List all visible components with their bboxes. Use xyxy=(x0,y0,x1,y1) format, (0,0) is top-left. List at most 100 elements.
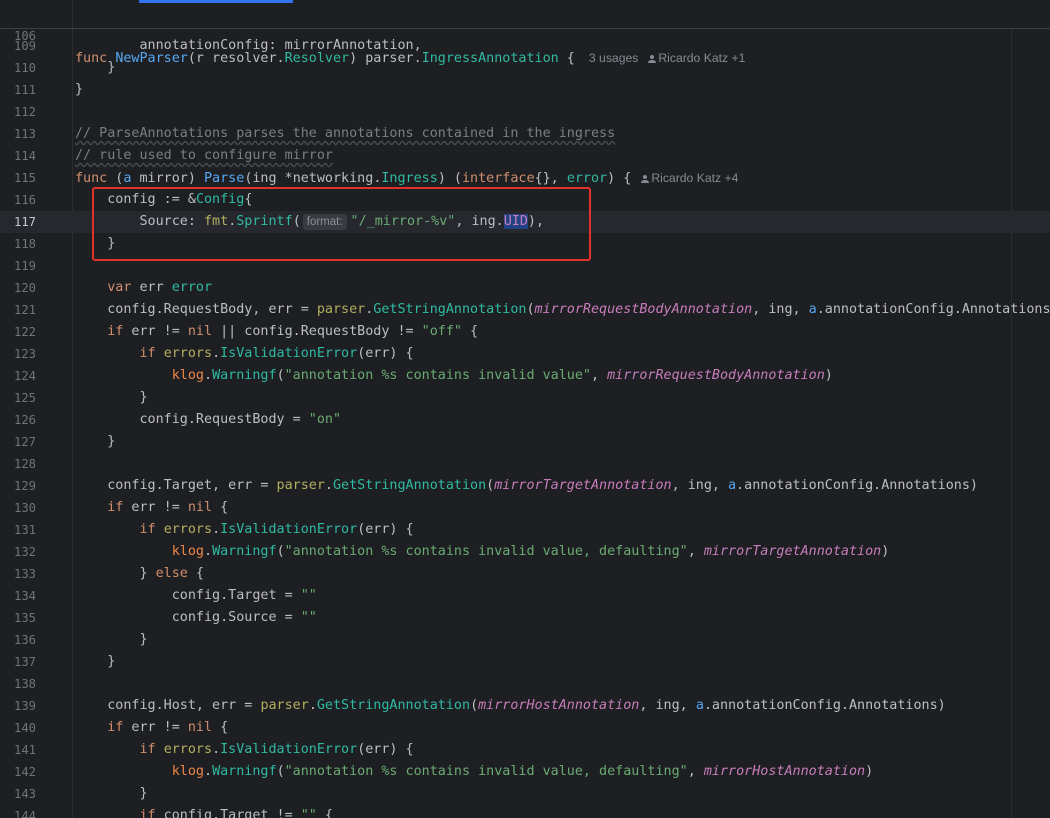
code-text: if errors.IsValidationError(err) { xyxy=(139,522,414,537)
line-number: 137 xyxy=(13,655,36,669)
code-line[interactable]: 132 klog.Warningf("annotation %s contain… xyxy=(0,541,1050,563)
code-text: if err != nil || config.RequestBody != "… xyxy=(107,324,479,339)
code-text: } xyxy=(75,654,116,669)
code-line[interactable]: 112 xyxy=(0,101,1050,123)
code-text: if err != nil { xyxy=(107,720,229,735)
code-text: if errors.IsValidationError(err) { xyxy=(139,346,414,361)
code-line[interactable]: 141 if errors.IsValidationError(err) { xyxy=(0,739,1050,761)
code-text: } else { xyxy=(75,566,204,581)
code-line[interactable]: 140 if err != nil { xyxy=(0,717,1050,739)
code-editor[interactable]: 106 func NewParser(r resolver.Resolver) … xyxy=(0,0,1050,818)
code-text: klog.Warningf("annotation %s contains in… xyxy=(171,544,890,559)
line-number: 114 xyxy=(13,149,36,163)
code-text: Source: fmt.Sprintf(format: "/_mirror-%v"… xyxy=(75,214,545,230)
code-text: config.RequestBody = "on" xyxy=(75,412,342,427)
code-text: config.Target, err = parser.GetStringAnn… xyxy=(75,478,978,493)
code-text: var err error xyxy=(107,280,213,295)
code-text: } xyxy=(75,434,116,449)
code-line[interactable]: 110 } xyxy=(0,57,1050,79)
line-number: 111 xyxy=(13,83,36,97)
code-line[interactable]: 139 config.Host, err = parser.GetStringA… xyxy=(0,695,1050,717)
line-number: 139 xyxy=(13,699,36,713)
code-line[interactable]: 113 // ParseAnnotations parses the annota… xyxy=(0,123,1050,145)
code-line[interactable]: 117 Source: fmt.Sprintf(format: "/_mirror… xyxy=(0,211,1050,233)
code-text: // ParseAnnotations parses the annotatio… xyxy=(75,126,616,141)
code-line[interactable]: 135 config.Source = "" xyxy=(0,607,1050,629)
line-number: 133 xyxy=(13,567,36,581)
code-text: if config.Target != "" { xyxy=(139,808,334,818)
code-line[interactable]: 115 func (a mirror) Parse(ing *networking… xyxy=(0,167,1050,189)
sticky-divider xyxy=(0,28,1050,29)
line-number: 109 xyxy=(13,39,36,53)
line-number: 130 xyxy=(13,501,36,515)
parameter-hint: format: xyxy=(302,214,347,230)
line-number: 113 xyxy=(13,127,36,141)
code-line[interactable]: 123 if errors.IsValidationError(err) { xyxy=(0,343,1050,365)
code-line[interactable]: 124 klog.Warningf("annotation %s contain… xyxy=(0,365,1050,387)
code-text: config.RequestBody, err = parser.GetStri… xyxy=(75,302,1050,317)
code-line[interactable]: 121 config.RequestBody, err = parser.Get… xyxy=(0,299,1050,321)
code-text: } xyxy=(75,236,116,251)
line-number: 132 xyxy=(13,545,36,559)
line-number: 140 xyxy=(13,721,36,735)
code-text: func (a mirror) Parse(ing *networking.In… xyxy=(75,171,739,186)
author-hint: Ricardo Katz +4 xyxy=(651,171,739,185)
line-number: 128 xyxy=(13,457,36,471)
code-line[interactable]: 111} xyxy=(0,79,1050,101)
line-number: 135 xyxy=(13,611,36,625)
code-line[interactable]: 122 if err != nil || config.RequestBody … xyxy=(0,321,1050,343)
sticky-header-line[interactable]: 106 func NewParser(r resolver.Resolver) … xyxy=(0,3,1050,66)
code-line[interactable]: 130 if err != nil { xyxy=(0,497,1050,519)
line-number: 142 xyxy=(13,765,36,779)
line-number: 121 xyxy=(13,303,36,317)
line-number: 116 xyxy=(13,193,36,207)
code-line[interactable]: 134 config.Target = "" xyxy=(0,585,1050,607)
line-number: 122 xyxy=(13,325,36,339)
line-number: 118 xyxy=(13,237,36,251)
line-number: 123 xyxy=(13,347,36,361)
line-number: 131 xyxy=(13,523,36,537)
code-line[interactable]: 138 xyxy=(0,673,1050,695)
line-number: 141 xyxy=(13,743,36,757)
code-line[interactable]: 131 if errors.IsValidationError(err) { xyxy=(0,519,1050,541)
line-number: 117 xyxy=(13,215,36,229)
code-line[interactable]: 109 annotationConfig: mirrorAnnotation, xyxy=(0,35,1050,57)
line-number: 120 xyxy=(13,281,36,295)
code-line[interactable]: 133 } else { xyxy=(0,563,1050,585)
line-number: 136 xyxy=(13,633,36,647)
code-line[interactable]: 137 } xyxy=(0,651,1050,673)
line-number: 138 xyxy=(13,677,36,691)
code-line[interactable]: 114 // rule used to configure mirror xyxy=(0,145,1050,167)
code-line[interactable]: 144 if config.Target != "" { xyxy=(0,805,1050,818)
code-text: } xyxy=(75,82,84,97)
code-line[interactable]: 126 config.RequestBody = "on" xyxy=(0,409,1050,431)
code-line[interactable]: 129 config.Target, err = parser.GetStrin… xyxy=(0,475,1050,497)
code-line[interactable]: 118 } xyxy=(0,233,1050,255)
code-line[interactable]: 127 } xyxy=(0,431,1050,453)
code-text: } xyxy=(75,786,148,801)
line-number: 112 xyxy=(13,105,36,119)
code-line[interactable]: 142 klog.Warningf("annotation %s contain… xyxy=(0,761,1050,783)
person-icon xyxy=(641,175,650,183)
code-text: // rule used to configure mirror xyxy=(75,148,333,163)
line-number: 126 xyxy=(13,413,36,427)
code-line[interactable]: 119 xyxy=(0,255,1050,277)
code-text: if errors.IsValidationError(err) { xyxy=(139,742,414,757)
line-number: 127 xyxy=(13,435,36,449)
code-text: klog.Warningf("annotation %s contains in… xyxy=(171,368,833,383)
code-line[interactable]: 128 xyxy=(0,453,1050,475)
code-text: annotationConfig: mirrorAnnotation, xyxy=(75,38,422,53)
code-text: } xyxy=(75,632,148,647)
code-line[interactable]: 116 config := &Config{ xyxy=(0,189,1050,211)
line-number: 129 xyxy=(13,479,36,493)
code-text: if err != nil { xyxy=(107,500,229,515)
line-number: 143 xyxy=(13,787,36,801)
line-number: 110 xyxy=(13,61,36,75)
code-text: config.Target = "" xyxy=(75,588,317,603)
code-line[interactable]: 143 } xyxy=(0,783,1050,805)
line-number: 115 xyxy=(13,171,36,185)
line-number: 119 xyxy=(13,259,36,273)
code-line[interactable]: 120 var err error xyxy=(0,277,1050,299)
code-line[interactable]: 125 } xyxy=(0,387,1050,409)
code-line[interactable]: 136 } xyxy=(0,629,1050,651)
